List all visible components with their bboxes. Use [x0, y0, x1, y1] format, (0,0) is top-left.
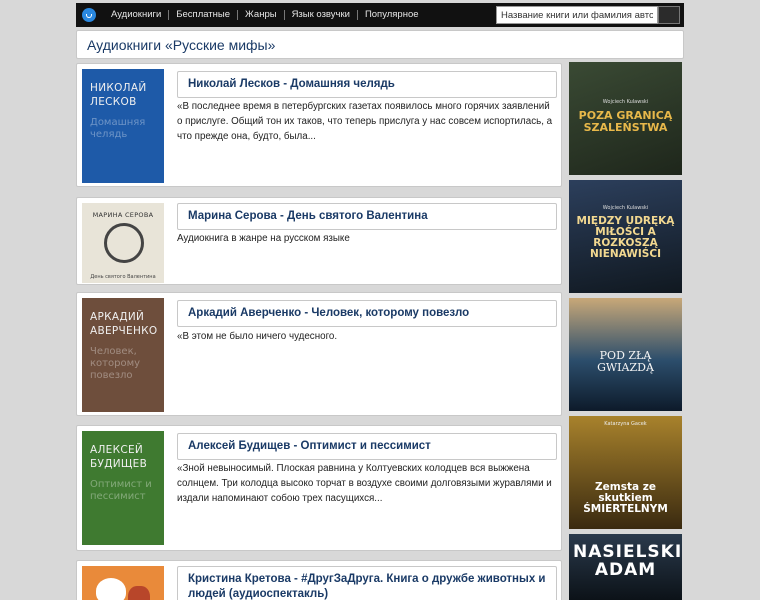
book-title-link[interactable]: Марина Серова - День святого Валентина — [177, 203, 557, 230]
cover-subtitle: Домашняя челядь — [90, 117, 146, 140]
sidebar-cover-author: Wojciech Kulawski — [602, 205, 649, 211]
book-title-link[interactable]: Кристина Кретова - #ДругЗаДруга. Книга о… — [177, 566, 557, 600]
sidebar-cover-author: Wojciech Kulawski — [602, 99, 649, 105]
cover-subtitle: Оптимист и пессимист — [90, 479, 152, 502]
cover-subtitle: Человек, которому повезло — [90, 346, 141, 381]
nav-popular[interactable]: Популярное — [358, 10, 426, 20]
nav-audiobooks[interactable]: Аудиокниги — [104, 10, 170, 20]
book-title-link[interactable]: Алексей Будищев - Оптимист и пессимист — [177, 433, 557, 460]
sidebar-cover-author: Katarzyna Gacek — [604, 421, 647, 427]
sidebar-cover-title: NASIELSKI ADAM — [573, 542, 683, 580]
rooster-illustration-icon — [128, 586, 150, 600]
book-title-link[interactable]: Аркадий Аверченко - Человек, которому по… — [177, 300, 557, 327]
book-card: НИКОЛАЙ ЛЕСКОВ Домашняя челядь Николай Л… — [76, 63, 562, 187]
main-nav: Аудиокниги Бесплатные Жанры Язык озвучки… — [104, 3, 426, 27]
book-cover[interactable]: НИКОЛАЙ ЛЕСКОВ Домашняя челядь — [82, 69, 164, 183]
search-input[interactable] — [496, 6, 658, 24]
book-description: Аудиокнига в жанре на русском языке — [177, 233, 350, 244]
book-card: Кристина Кретова - #ДругЗаДруга. Книга о… — [76, 560, 562, 600]
sidebar-cover-title: POZA GRANICĄ SZALEŃSTWA — [578, 109, 673, 134]
page-title-box: Аудиокниги «Русские мифы» — [76, 30, 684, 59]
cover-subtitle: День святого Валентина — [90, 274, 156, 280]
top-navbar: Аудиокниги Бесплатные Жанры Язык озвучки… — [76, 3, 684, 27]
cover-ring-icon — [104, 223, 144, 263]
book-cover[interactable]: МАРИНА СЕРОВА День святого Валентина — [82, 203, 164, 283]
book-cover[interactable] — [82, 566, 164, 600]
logo-icon[interactable] — [82, 8, 96, 22]
nav-genres[interactable]: Жанры — [238, 10, 285, 20]
sidebar-cover[interactable]: POZA GRANICĄ SZALEŃSTWA Wojciech Kulawsk… — [569, 62, 682, 175]
cover-author: МАРИНА СЕРОВА — [92, 211, 154, 219]
sidebar-cover[interactable]: Katarzyna Gacek Zemsta ze skutkiem ŚMIER… — [569, 416, 682, 529]
book-description: «В последнее время в петербургских газет… — [177, 101, 553, 142]
book-description: «В этом не было ничего чудесного. — [177, 331, 338, 342]
sidebar-cover[interactable]: NASIELSKI ADAM — [569, 534, 682, 600]
sidebar-cover-title: MIĘDZY UDRĘKĄ MIŁOŚCI A ROZKOSZĄ NIENAWI… — [576, 215, 675, 261]
book-card: МАРИНА СЕРОВА День святого Валентина Мар… — [76, 197, 562, 285]
book-card: АРКАДИЙ АВЕРЧЕНКО Человек, которому пове… — [76, 292, 562, 416]
book-title-link[interactable]: Николай Лесков - Домашняя челядь — [177, 71, 557, 98]
cover-author: АЛЕКСЕЙ БУДИЩЕВ — [90, 444, 148, 470]
book-card: АЛЕКСЕЙ БУДИЩЕВ Оптимист и пессимист Але… — [76, 425, 562, 551]
book-cover[interactable]: АЛЕКСЕЙ БУДИЩЕВ Оптимист и пессимист — [82, 431, 164, 545]
nav-voice-language[interactable]: Язык озвучки — [285, 10, 358, 20]
page-title: Аудиокниги «Русские мифы» — [87, 36, 276, 53]
search-form — [496, 6, 680, 24]
search-button[interactable] — [658, 6, 680, 24]
sidebar-cover[interactable]: MIĘDZY UDRĘKĄ MIŁOŚCI A ROZKOSZĄ NIENAWI… — [569, 180, 682, 293]
cover-author: НИКОЛАЙ ЛЕСКОВ — [90, 82, 147, 108]
book-cover[interactable]: АРКАДИЙ АВЕРЧЕНКО Человек, которому пове… — [82, 298, 164, 412]
sidebar-cover-title: Zemsta ze skutkiem ŚMIERTELNYM — [583, 481, 668, 516]
dog-illustration-icon — [96, 578, 126, 600]
sidebar-cover-title: POD ZŁĄ GWIAZDĄ — [597, 349, 654, 374]
cover-author: АРКАДИЙ АВЕРЧЕНКО — [90, 311, 158, 337]
sidebar-cover[interactable]: POD ZŁĄ GWIAZDĄ — [569, 298, 682, 411]
book-description: «Зной невыносимый. Плоская равнина у Кол… — [177, 463, 552, 504]
nav-free[interactable]: Бесплатные — [169, 10, 239, 20]
